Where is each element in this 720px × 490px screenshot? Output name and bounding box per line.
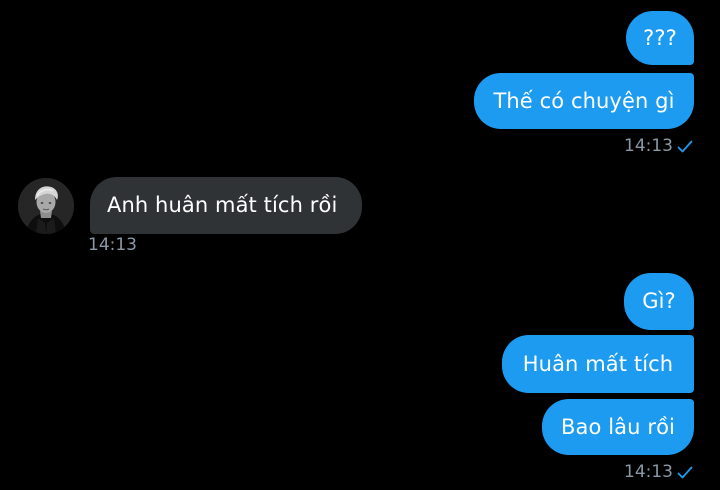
outgoing-message-bubble[interactable]: Huân mất tích (502, 335, 694, 393)
outgoing-message-bubble[interactable]: Thế có chuyện gì (474, 73, 694, 129)
message-timestamp: 14:13 (624, 136, 673, 156)
message-timestamp: 14:13 (624, 462, 673, 482)
message-text: Huân mất tích (522, 351, 674, 376)
contact-avatar[interactable] (18, 178, 74, 234)
outgoing-message-bubble[interactable]: Bao lâu rồi (542, 399, 694, 455)
message-text: Thế có chuyện gì (493, 88, 675, 113)
message-text: Bao lâu rồi (561, 414, 675, 439)
chat-screen: ??? Thế có chuyện gì 14:13 Anh huân mất … (0, 0, 720, 490)
sent-check-icon (677, 140, 693, 153)
sent-check-icon (677, 466, 693, 479)
message-timestamp: 14:13 (88, 235, 137, 255)
message-text: ??? (643, 25, 677, 50)
message-text: Gì? (642, 289, 676, 313)
outgoing-message-bubble[interactable]: Gì? (624, 273, 694, 330)
avatar-photo-icon (18, 178, 74, 234)
message-text: Anh huân mất tích rồi (107, 193, 338, 217)
incoming-message-bubble[interactable]: Anh huân mất tích rồi (90, 177, 362, 234)
outgoing-message-bubble[interactable]: ??? (626, 11, 694, 65)
